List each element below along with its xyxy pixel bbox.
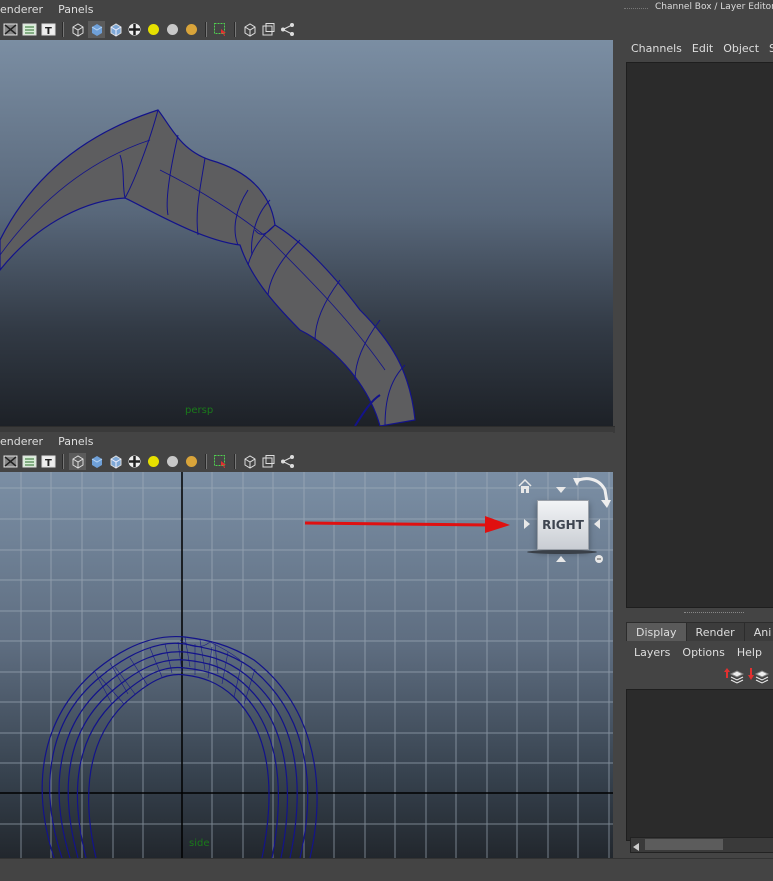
channel-box-area[interactable] bbox=[626, 62, 773, 608]
layer-menu: Layers Options Help bbox=[634, 646, 762, 659]
layer-editor-tabs: Display Render Ani bbox=[626, 622, 773, 641]
viewcube-up-arrow-icon[interactable] bbox=[556, 485, 566, 498]
select-icon[interactable] bbox=[212, 21, 229, 38]
edit-menu[interactable]: Edit bbox=[692, 42, 713, 55]
tab-anim[interactable]: Ani bbox=[743, 622, 773, 641]
flat-shade-icon[interactable] bbox=[107, 21, 124, 38]
all-lights-icon[interactable] bbox=[164, 21, 181, 38]
scroll-left-arrow-icon[interactable] bbox=[633, 841, 639, 854]
red-arrow-annotation bbox=[304, 516, 510, 533]
tab-render[interactable]: Render bbox=[685, 622, 745, 641]
shadow-light-icon[interactable] bbox=[183, 21, 200, 38]
channel-box-menu: Channels Edit Object S bbox=[631, 42, 773, 55]
wireframe-on-shaded-icon[interactable] bbox=[21, 21, 38, 38]
channels-menu[interactable]: Channels bbox=[631, 42, 682, 55]
help-menu[interactable]: Help bbox=[737, 646, 762, 659]
wireframe-cube-icon[interactable] bbox=[69, 452, 86, 470]
wireframe-on-shaded-icon[interactable] bbox=[21, 453, 38, 470]
panel-title: Channel Box / Layer Editor bbox=[655, 2, 773, 12]
viewcube-right-arrow-icon[interactable] bbox=[592, 519, 600, 532]
resolution-gate-icon[interactable] bbox=[260, 453, 277, 470]
smooth-shade-icon[interactable] bbox=[88, 453, 105, 470]
bottom-viewport-menubar: enderer Panels bbox=[0, 432, 613, 450]
shadow-light-icon[interactable] bbox=[183, 453, 200, 470]
flat-shade-icon[interactable] bbox=[107, 453, 124, 470]
show-menu[interactable]: S bbox=[769, 42, 773, 55]
new-layer-from-selected-icon[interactable] bbox=[748, 668, 770, 687]
options-menu[interactable]: Options bbox=[682, 646, 724, 659]
svg-text:T: T bbox=[45, 26, 52, 37]
texture-icon[interactable]: T bbox=[40, 21, 57, 38]
panel-splitter[interactable] bbox=[684, 612, 744, 614]
panels-menu[interactable]: Panels bbox=[58, 435, 93, 448]
checker-icon[interactable] bbox=[126, 21, 143, 38]
panels-menu[interactable]: Panels bbox=[58, 3, 93, 16]
share-icon[interactable] bbox=[279, 453, 296, 470]
texture-icon[interactable]: T bbox=[40, 453, 57, 470]
viewcube-menu-icon[interactable] bbox=[594, 554, 604, 567]
top-viewport-menubar: enderer Panels bbox=[0, 0, 613, 18]
object-menu[interactable]: Object bbox=[723, 42, 759, 55]
camera-label: persp bbox=[185, 405, 214, 416]
viewcube[interactable]: RIGHT bbox=[537, 500, 589, 550]
select-icon[interactable] bbox=[212, 453, 229, 470]
tab-display[interactable]: Display bbox=[626, 622, 687, 641]
scrollbar-thumb[interactable] bbox=[645, 839, 723, 850]
isolate-icon[interactable] bbox=[241, 21, 258, 38]
viewcube-left-arrow-icon[interactable] bbox=[524, 519, 532, 532]
panel-grip[interactable] bbox=[624, 8, 648, 10]
channel-box-panel: Channel Box / Layer Editor Channels Edit… bbox=[624, 0, 773, 880]
wireframe-cube-icon[interactable] bbox=[69, 21, 86, 38]
all-lights-icon[interactable] bbox=[164, 453, 181, 470]
smooth-shade-icon[interactable] bbox=[88, 20, 105, 38]
perspective-viewport[interactable]: persp bbox=[0, 40, 613, 426]
default-light-icon[interactable] bbox=[145, 21, 162, 38]
layer-list[interactable] bbox=[626, 689, 773, 841]
camera-label: side bbox=[189, 838, 210, 849]
layers-menu[interactable]: Layers bbox=[634, 646, 670, 659]
xray-icon[interactable] bbox=[2, 21, 19, 38]
renderer-menu[interactable]: enderer bbox=[0, 3, 43, 16]
isolate-icon[interactable] bbox=[241, 453, 258, 470]
status-bar bbox=[0, 858, 773, 881]
viewcube-down-arrow-icon[interactable] bbox=[556, 554, 566, 567]
top-viewport-toolbar: T bbox=[0, 18, 615, 40]
resolution-gate-icon[interactable] bbox=[260, 21, 277, 38]
xray-icon[interactable] bbox=[2, 453, 19, 470]
new-layer-icon[interactable] bbox=[724, 668, 745, 687]
layer-scrollbar[interactable] bbox=[630, 837, 773, 853]
checker-icon[interactable] bbox=[126, 453, 143, 470]
renderer-menu[interactable]: enderer bbox=[0, 435, 43, 448]
bottom-viewport-toolbar: T bbox=[0, 450, 615, 472]
home-icon[interactable] bbox=[517, 478, 535, 496]
svg-text:T: T bbox=[45, 458, 52, 469]
default-light-icon[interactable] bbox=[145, 453, 162, 470]
share-icon[interactable] bbox=[279, 21, 296, 38]
